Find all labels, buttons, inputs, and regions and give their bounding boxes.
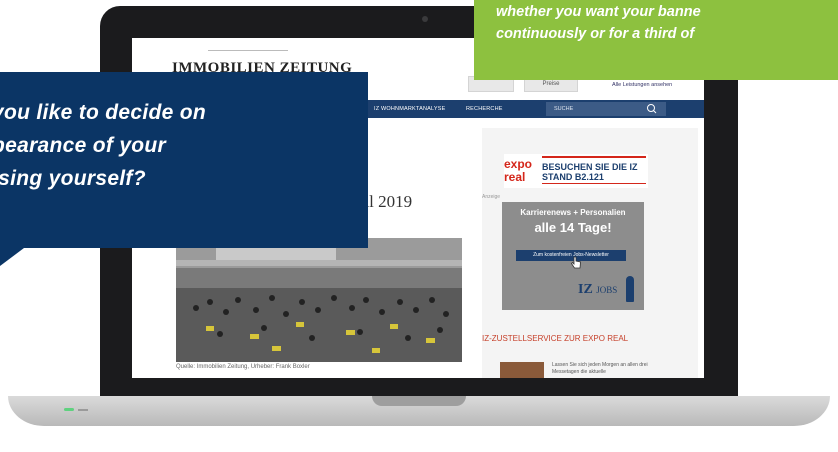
all-services-link[interactable]: Alle Leistungen ansehen (612, 82, 672, 88)
search-icon[interactable] (644, 102, 660, 116)
expo-banner-bottom-rule (542, 183, 646, 184)
callout-line-2: pearance of your (0, 134, 167, 157)
ad-label: Anzeige (482, 194, 501, 200)
nav-item-recherche[interactable]: RECHERCHE (466, 106, 503, 112)
question-callout-text: you like to decide on pearance of your i… (0, 96, 364, 195)
expo-real-logo: expo real (504, 158, 538, 188)
search-placeholder: SUCHE (554, 106, 574, 112)
callout-pointer (0, 248, 24, 266)
webcam (422, 16, 428, 22)
zustellservice-teaser: Lassen Sie sich jeden Morgen an allen dr… (552, 362, 648, 375)
expo-banner-top-rule (542, 156, 646, 158)
callout-line-1: you like to decide on (0, 101, 207, 124)
info-callout-text: whether you want your banne continuously… (496, 1, 838, 45)
power-indicator-light (64, 408, 74, 411)
jobs-ad-subline: alle 14 Tage! (534, 220, 612, 235)
iz-jobs-logo: IZ JOBS (578, 282, 617, 298)
photo-caption: Quelle: Immobilien Zeitung, Urheber: Fra… (176, 364, 310, 370)
nav-item-wohnmarktanalyse[interactable]: IZ WOHNMARKTANALYSE (374, 106, 445, 112)
expo-text-line2: STAND B2.121 (542, 172, 604, 182)
iz-jobs-logo-sub: JOBS (596, 285, 618, 295)
info-callout-line-1: whether you want your banne (496, 4, 701, 20)
laptop-base-slot (78, 409, 88, 411)
article-photo-expo-crowd[interactable] (176, 238, 462, 362)
callout-line-3: ising yourself? (0, 167, 146, 190)
jobs-ad-headline: Karrierenews + Personalien (520, 208, 626, 217)
iz-jobs-logo-main: IZ (578, 282, 593, 297)
info-callout-line-2: continuously or for a third of (496, 26, 695, 42)
laptop-opening-notch (372, 396, 466, 406)
zustellservice-thumbnail[interactable] (500, 362, 544, 378)
zustellservice-heading[interactable]: IZ-ZUSTELLSERVICE ZUR EXPO REAL (482, 334, 682, 344)
crowd-photo-image (176, 238, 462, 362)
expo-text-line1: BESUCHEN SIE DIE IZ (542, 162, 638, 172)
person-silhouette-icon (626, 276, 634, 302)
expo-banner-text: BESUCHEN SIE DIE IZ STAND B2.121 (542, 162, 638, 182)
expo-logo-line2: real (504, 170, 526, 184)
hand-cursor-icon (570, 256, 581, 269)
